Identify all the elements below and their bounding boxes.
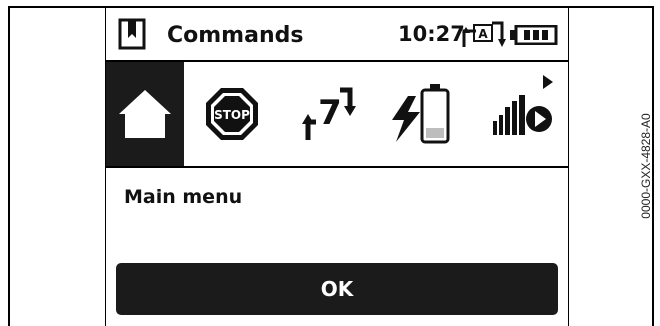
charging-icon: [392, 84, 450, 144]
charge-command[interactable]: [382, 62, 462, 166]
auto-mode-letter: A: [478, 27, 488, 41]
arrow-right-icon[interactable]: [542, 74, 554, 94]
stop-command[interactable]: STOP: [200, 62, 264, 166]
home-command[interactable]: [106, 62, 184, 166]
schedule-7-icon: 7: [302, 87, 356, 140]
schedule-command[interactable]: 7: [296, 62, 360, 166]
battery-icon: [510, 24, 558, 49]
home-icon: [119, 90, 171, 138]
schedule-number: 7: [318, 93, 342, 133]
stop-icon: STOP: [206, 88, 258, 140]
page-title: Commands: [167, 23, 304, 48]
clock: 10:27: [398, 22, 465, 46]
frame-left-border: [8, 6, 10, 326]
command-bar: STOP 7: [106, 62, 568, 168]
status-bar: Commands 10:27 A: [106, 8, 568, 62]
selected-command-label: Main menu: [124, 186, 243, 208]
auto-mode-icon: A: [462, 21, 506, 53]
figure-code: 0000-GXX-4828-A0: [639, 113, 653, 219]
ok-button[interactable]: OK: [116, 263, 558, 315]
book-icon[interactable]: [118, 18, 146, 54]
stop-label: STOP: [214, 108, 250, 122]
device-screen: Commands 10:27 A STOP 7 Main menu OK: [105, 8, 569, 326]
signal-play-icon: [493, 95, 552, 135]
